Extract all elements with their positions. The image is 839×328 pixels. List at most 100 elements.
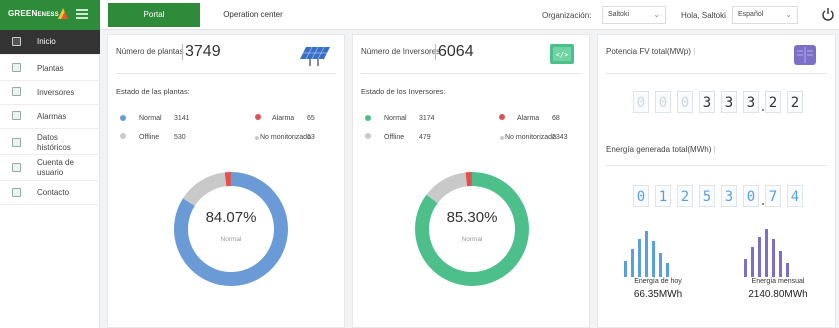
normal-value: 3174	[419, 115, 435, 122]
image-icon	[12, 87, 21, 96]
sidebar-item-label: Cuenta de usuario	[37, 158, 74, 177]
sidebar-item-inversores[interactable]: Inversores	[0, 80, 100, 104]
leaf-icon	[58, 8, 68, 19]
normal-label: Normal	[139, 115, 162, 122]
offline-label: Offline	[139, 134, 160, 141]
offline-dot	[120, 133, 126, 139]
sidebar-item-label: Contacto	[37, 188, 70, 197]
today-energy-label: Energía de hoy	[634, 278, 682, 285]
inverters-title: Número de Inversores	[361, 47, 441, 56]
sidebar-item-label: Inversores	[37, 88, 75, 97]
offline-value: 479	[419, 134, 431, 141]
energy-bar	[751, 247, 754, 277]
inverters-normal-percent: 85.30%	[446, 209, 498, 226]
sidebar: Inicio Plantas Inversores Alarmas Datos …	[0, 30, 100, 328]
image-icon	[12, 63, 21, 72]
brand-logo: GREENENESS	[8, 9, 59, 18]
power-digit: 3	[699, 91, 715, 113]
energy-digit: 7	[765, 185, 781, 207]
energy-bar	[765, 229, 768, 277]
offline-value: 530	[174, 134, 186, 141]
today-energy-bars	[624, 231, 669, 277]
sidebar-item-cuenta-de-usuario[interactable]: Cuenta de usuario	[0, 155, 100, 181]
donut-segment-offline	[183, 172, 227, 207]
power-icon[interactable]	[822, 7, 834, 21]
language-select[interactable]: Español ⌄	[732, 6, 798, 24]
power-digit: 3	[721, 91, 737, 113]
image-icon	[12, 37, 21, 46]
decimal-separator	[762, 109, 764, 111]
not-monitored-label: No monitorizado	[260, 134, 311, 141]
energy-bar	[772, 239, 775, 277]
energy-digit: 5	[699, 185, 715, 207]
energy-bar	[659, 253, 662, 277]
normal-label: Normal	[384, 115, 407, 122]
plants-normal-percent: 84.07%	[205, 209, 257, 226]
image-icon	[12, 188, 21, 197]
alarm-value: 65	[307, 115, 315, 122]
image-icon	[12, 111, 21, 120]
sidebar-item-label: Datos históricos	[37, 133, 71, 152]
today-energy-value: 66.35MWh	[633, 289, 683, 300]
energy-title: Energía generada total(MWh) |	[606, 145, 716, 154]
donut-segment-offline	[426, 172, 468, 204]
brand-area: GREENENESS	[0, 0, 100, 30]
power-digit: 3	[743, 91, 759, 113]
energy-digit: 2	[677, 185, 693, 207]
energy-bar	[786, 263, 789, 277]
energy-digit: 4	[787, 185, 803, 207]
greeting: Hola, Saltoki	[681, 11, 726, 20]
not-monitored-dot	[500, 136, 504, 140]
monthly-energy-value: 2140.80MWh	[748, 289, 808, 300]
alarm-value: 68	[552, 115, 560, 122]
power-digit: 2	[765, 91, 781, 113]
chevron-down-icon: ⌄	[653, 10, 660, 19]
organization-value: Saltoki	[608, 11, 630, 18]
not-monitored-value: 2343	[552, 134, 568, 141]
inverters-count: 6064	[435, 44, 474, 60]
inverters-donut-subtitle: Normal	[461, 236, 483, 243]
sidebar-item-plantas[interactable]: Plantas	[0, 56, 100, 80]
normal-dot	[120, 115, 126, 121]
power-digit: 0	[633, 91, 649, 113]
sidebar-item-inicio[interactable]: Inicio	[0, 30, 100, 54]
alarm-dot	[499, 114, 505, 120]
plants-count: 3749	[182, 44, 221, 60]
monthly-energy-label: Energía mensual	[751, 278, 805, 285]
energy-bar	[638, 239, 641, 277]
power-digit: 2	[787, 91, 803, 113]
language-value: Español	[738, 11, 764, 18]
not-monitored-value: 13	[307, 134, 315, 141]
sidebar-item-label: Plantas	[37, 64, 64, 73]
sidebar-item-alarmas[interactable]: Alarmas	[0, 104, 100, 128]
decimal-separator	[762, 203, 764, 205]
sidebar-item-label: Alarmas	[37, 112, 67, 121]
energy-digit: 3	[721, 185, 737, 207]
offline-label: Offline	[384, 134, 405, 141]
tab-operation-center[interactable]: Operation center	[208, 3, 298, 27]
solar-panel-icon	[300, 46, 330, 66]
plants-donut-label: 84.07% Normal	[171, 209, 291, 243]
alarm-label: Alarma	[517, 115, 540, 122]
plants-card: Número de plantas 3749 Estado de las pla…	[107, 34, 345, 328]
svg-text:</>: </>	[556, 51, 569, 59]
energy-bar	[758, 237, 761, 277]
energy-digit: 0	[743, 185, 759, 207]
sidebar-item-contacto[interactable]: Contacto	[0, 182, 100, 206]
power-digit: 0	[655, 91, 671, 113]
energy-digit: 0	[633, 185, 649, 207]
monthly-energy-bars	[744, 229, 789, 277]
energy-bar	[652, 241, 655, 277]
sidebar-item-datos-historicos[interactable]: Datos históricos	[0, 130, 100, 156]
hamburger-icon[interactable]	[76, 9, 88, 19]
energy-bar	[624, 261, 627, 277]
power-card: Potencia FV total(MWp) | 0 0 0 3 3 3 2 2…	[597, 34, 836, 328]
normal-value: 3141	[174, 115, 190, 122]
power-digit: 0	[677, 91, 693, 113]
organization-select[interactable]: Saltoki ⌄	[602, 6, 666, 24]
alarm-label: Alarma	[272, 115, 295, 122]
tab-portal[interactable]: Portal	[108, 3, 200, 27]
image-icon	[12, 163, 21, 172]
offline-dot	[365, 133, 371, 139]
alarm-dot	[255, 114, 261, 120]
